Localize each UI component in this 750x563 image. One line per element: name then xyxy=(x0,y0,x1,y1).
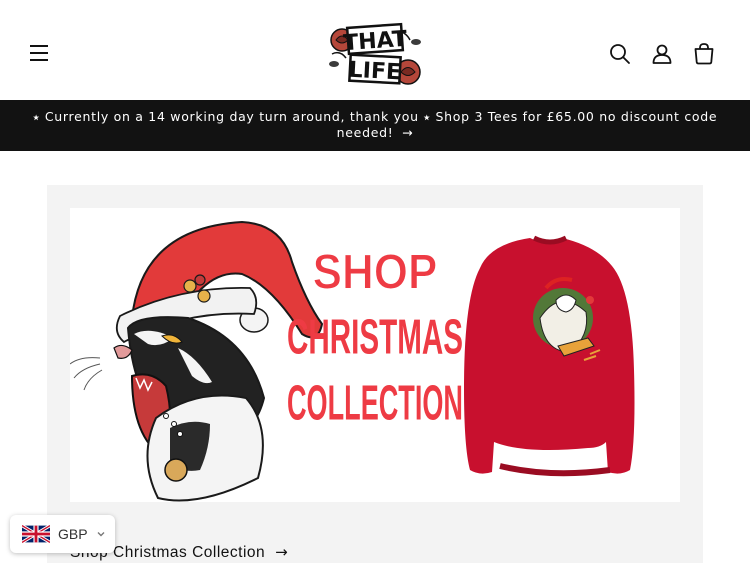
chevron-down-icon xyxy=(97,532,105,537)
red-sweater-image xyxy=(464,235,635,477)
announcement-bar[interactable]: ⭑ Currently on a 14 working day turn aro… xyxy=(0,100,750,151)
site-header: THAT LIFE xyxy=(0,0,750,100)
headline-line-3: COLLECTION xyxy=(287,375,463,430)
headline-line-1: SHOP xyxy=(313,244,438,299)
search-icon[interactable] xyxy=(608,42,632,66)
logo[interactable]: THAT LIFE xyxy=(326,20,424,90)
cart-icon[interactable] xyxy=(692,42,716,66)
collection-card[interactable]: SHOP CHRISTMAS COLLECTION xyxy=(47,185,703,563)
christmas-banner-image[interactable]: SHOP CHRISTMAS COLLECTION xyxy=(70,208,680,502)
announcement-text: ⭑ Currently on a 14 working day turn aro… xyxy=(32,109,718,140)
currency-code: GBP xyxy=(58,526,88,542)
logo-text-top: THAT xyxy=(343,27,408,56)
arrow-right-icon: → xyxy=(402,125,414,140)
account-icon[interactable] xyxy=(650,42,674,66)
currency-selector[interactable]: GBP xyxy=(10,515,115,553)
banner-headline: SHOP CHRISTMAS COLLECTION xyxy=(287,244,463,430)
arrow-right-icon: → xyxy=(275,543,289,561)
tiger-santa-illustration xyxy=(70,220,324,502)
uk-flag-icon xyxy=(22,525,50,543)
logo-text-bottom: LIFE xyxy=(348,58,402,86)
headline-line-2: CHRISTMAS xyxy=(287,309,463,364)
menu-icon[interactable] xyxy=(26,40,52,66)
